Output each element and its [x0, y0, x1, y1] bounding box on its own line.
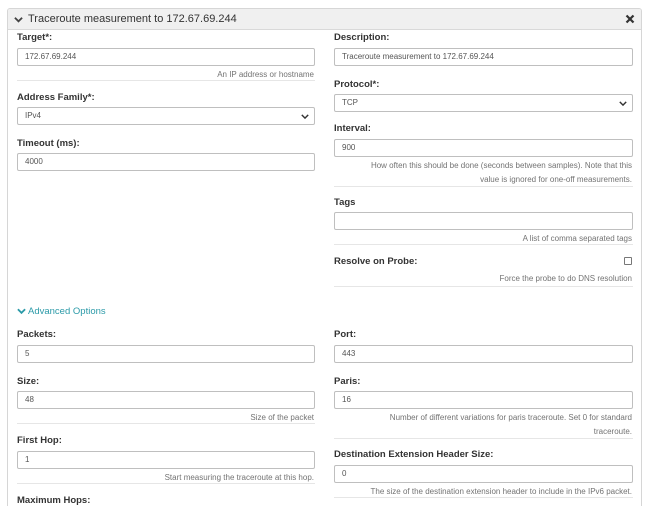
size-input[interactable]: 48 — [17, 391, 315, 409]
description-label: Description: — [334, 32, 390, 43]
tags-label: Tags — [334, 197, 356, 208]
divider — [334, 497, 633, 498]
protocol-select[interactable]: TCP — [334, 94, 633, 112]
chevron-down-icon[interactable] — [14, 15, 23, 24]
interval-help-line: value is ignored for one-off measurement… — [480, 175, 632, 184]
packets-label: Packets: — [17, 329, 57, 340]
protocol-label: Protocol*: — [334, 79, 380, 90]
address-family-label: Address Family*: — [17, 92, 95, 103]
target-label: Target*: — [17, 32, 53, 43]
divider — [334, 438, 633, 439]
chevron-down-icon — [301, 114, 309, 120]
measurement-panel: Traceroute measurement to 172.67.69.244 … — [7, 8, 642, 506]
divider — [17, 80, 315, 81]
advanced-options-label: Advanced Options — [28, 306, 106, 317]
target-help: An IP address or hostname — [217, 70, 314, 79]
dest-ext-header-label: Destination Extension Header Size: — [334, 449, 494, 460]
panel-header[interactable]: Traceroute measurement to 172.67.69.244 — [8, 9, 641, 30]
interval-help: How often this should be done (seconds b… — [371, 160, 632, 185]
size-help: Size of the packet — [250, 413, 314, 422]
panel-title: Traceroute measurement to 172.67.69.244 — [28, 13, 237, 25]
paris-input[interactable]: 16 — [334, 391, 633, 409]
timeout-label: Timeout (ms): — [17, 138, 80, 149]
divider — [17, 423, 315, 424]
resolve-on-probe-checkbox[interactable] — [624, 257, 632, 265]
port-label: Port: — [334, 329, 357, 340]
interval-help-line: How often this should be done (seconds b… — [370, 161, 632, 170]
description-input[interactable]: Traceroute measurement to 172.67.69.244 — [334, 48, 633, 66]
size-label: Size: — [17, 376, 40, 387]
packets-input[interactable]: 5 — [17, 345, 315, 363]
chevron-down-icon — [17, 308, 26, 315]
dest-ext-header-input[interactable]: 0 — [334, 465, 633, 483]
first-hop-input[interactable]: 1 — [17, 451, 315, 469]
resolve-on-probe-help: Force the probe to do DNS resolution — [499, 274, 632, 283]
divider — [334, 186, 633, 187]
paris-help: Number of different variations for paris… — [390, 412, 632, 437]
protocol-value: TCP — [342, 98, 358, 107]
address-family-value: IPv4 — [25, 111, 42, 120]
tags-help: A list of comma separated tags — [522, 234, 632, 243]
max-hops-label: Maximum Hops: — [17, 495, 91, 506]
paris-help-line: Number of different variations for paris… — [389, 413, 632, 422]
dest-ext-header-help: The size of the destination extension he… — [370, 487, 633, 496]
first-hop-help: Start measuring the traceroute at this h… — [164, 473, 314, 482]
paris-label: Paris: — [334, 376, 361, 387]
interval-label: Interval: — [334, 123, 371, 134]
resolve-on-probe-label: Resolve on Probe: — [334, 256, 418, 267]
interval-input[interactable]: 900 — [334, 139, 633, 157]
divider — [334, 244, 633, 245]
advanced-options-toggle[interactable]: Advanced Options — [17, 306, 106, 317]
tags-input[interactable] — [334, 212, 633, 230]
divider — [334, 286, 633, 287]
target-input[interactable]: 172.67.69.244 — [17, 48, 315, 66]
paris-help-line: traceroute. — [593, 427, 632, 436]
timeout-input[interactable]: 4000 — [17, 153, 315, 171]
port-input[interactable]: 443 — [334, 345, 633, 363]
address-family-select[interactable]: IPv4 — [17, 107, 315, 125]
divider — [17, 483, 315, 484]
first-hop-label: First Hop: — [17, 435, 62, 446]
close-icon[interactable] — [625, 14, 635, 24]
chevron-down-icon — [619, 101, 627, 107]
